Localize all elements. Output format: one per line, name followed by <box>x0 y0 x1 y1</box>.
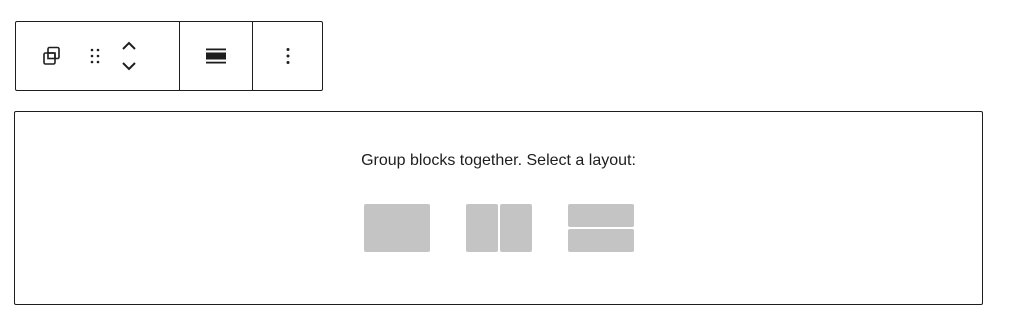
layout-group-button[interactable] <box>363 204 430 252</box>
layout-group-icon <box>363 204 430 252</box>
toolbar-group-block-controls <box>16 22 179 90</box>
layout-stack-icon <box>567 204 634 252</box>
move-down-icon <box>122 62 136 71</box>
toolbar-group-options <box>252 22 322 90</box>
drag-handle[interactable] <box>83 32 107 80</box>
layout-row-icon <box>465 204 532 252</box>
layout-stack-button[interactable] <box>567 204 634 252</box>
block-toolbar <box>15 21 323 91</box>
placeholder-instructions: Group blocks together. Select a layout: <box>361 152 636 169</box>
block-mover <box>117 32 141 80</box>
drag-handle-icon <box>90 48 100 64</box>
group-button[interactable] <box>38 32 66 80</box>
group-icon <box>43 46 60 65</box>
more-options-icon <box>286 48 289 64</box>
move-up-button[interactable] <box>117 36 141 56</box>
more-options-button[interactable] <box>274 32 302 80</box>
align-icon <box>206 48 226 64</box>
move-up-icon <box>122 41 136 50</box>
layout-variations <box>15 204 982 252</box>
layout-row-button[interactable] <box>465 204 532 252</box>
group-placeholder: Group blocks together. Select a layout: <box>14 111 983 305</box>
toolbar-group-align <box>179 22 252 90</box>
align-button[interactable] <box>202 32 230 80</box>
move-down-button[interactable] <box>117 56 141 76</box>
